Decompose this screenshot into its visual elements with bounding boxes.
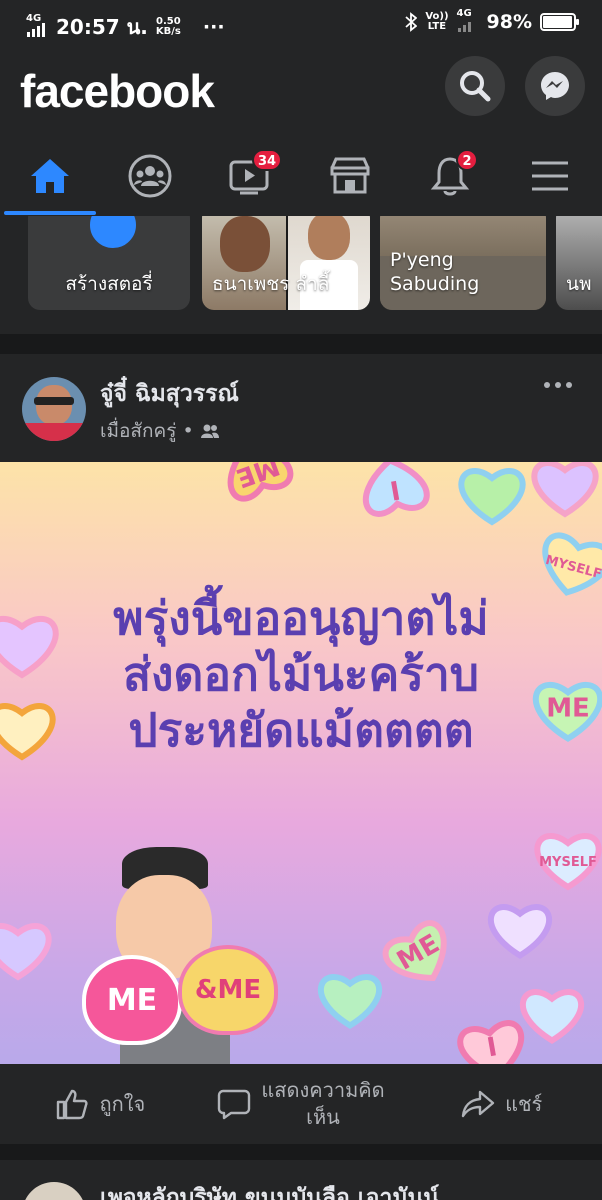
post-author[interactable]: เพจหลักบริษัท ขนมบันลือ เอามันน์: [100, 1180, 439, 1200]
share-label: แชร์: [505, 1092, 543, 1116]
feed-separator: [0, 334, 602, 354]
me-heart: ME: [82, 955, 182, 1045]
avatar-sunglasses: [34, 397, 74, 405]
share-icon: [461, 1090, 495, 1118]
image-text-line: พรุ่งนี้ขออนุญาตไม่: [113, 591, 489, 645]
candy-heart: [487, 904, 553, 960]
story-card[interactable]: นพ: [556, 216, 602, 310]
post-image[interactable]: ME I MYSELF ME MYSELF ME I พรุ่งนี้ขออนุญาตไม่…: [0, 462, 602, 1064]
comment-label-line: เห็น: [306, 1105, 340, 1129]
candy-heart: [0, 923, 52, 981]
person-face: [308, 216, 350, 260]
story-label: นพ: [566, 273, 592, 295]
comment-label: แสดงความคิด เห็น: [261, 1077, 384, 1131]
app-header: facebook: [0, 46, 602, 138]
messenger-button[interactable]: [525, 56, 585, 116]
add-story-icon: [86, 216, 140, 252]
tab-notifications[interactable]: 2: [400, 138, 500, 214]
story-card[interactable]: ธนาเพชร ลำลี้: [202, 216, 370, 310]
feed-separator: [0, 1144, 602, 1160]
speed-unit: KB/s: [155, 26, 181, 37]
candy-heart: [317, 974, 383, 1030]
tab-watch[interactable]: 34: [200, 138, 300, 214]
post-meta: เมื่อสักครู่ •: [100, 416, 220, 446]
like-label: ถูกใจ: [99, 1092, 146, 1116]
friends-privacy-icon: [200, 424, 219, 438]
image-text-line: ประหยัดแม้ตตตต: [128, 703, 474, 757]
post-time[interactable]: เมื่อสักครู่: [100, 416, 176, 446]
candy-heart: I: [457, 1020, 524, 1064]
comment-button[interactable]: แสดงความคิด เห็น: [201, 1064, 402, 1144]
tab-groups[interactable]: [100, 138, 200, 214]
meta-separator: •: [182, 420, 194, 442]
battery-percent: 98%: [486, 11, 532, 33]
clock: 20:57 น.: [56, 15, 148, 39]
watch-badge: 34: [252, 149, 283, 171]
signal-icon: 4G: [26, 13, 48, 37]
status-bar: 4G 20:57 น. 0.50 KB/s ··· Vo)) LTE 4G 98…: [0, 0, 602, 46]
comment-icon: [218, 1089, 251, 1120]
candy-heart: ME: [382, 920, 447, 982]
person-face: [220, 216, 270, 272]
avatar-shirt: [24, 423, 84, 441]
network-speed: 0.50 KB/s: [156, 17, 181, 37]
volte-indicator: Vo)) LTE: [425, 12, 448, 32]
candy-heart: [458, 468, 526, 526]
bluetooth-icon: [405, 12, 418, 32]
candy-heart: I: [363, 462, 430, 517]
menu-icon: [532, 161, 568, 191]
story-label: P'yeng Sabuding: [390, 249, 480, 295]
search-button[interactable]: [445, 56, 505, 116]
memoji-character: ME &ME: [70, 847, 280, 1064]
volte-bottom: LTE: [427, 21, 447, 32]
battery-icon: [540, 13, 579, 31]
tab-home[interactable]: [0, 138, 100, 215]
marketplace-icon: [330, 157, 370, 194]
signal2-icon: 4G: [457, 8, 479, 32]
story-card[interactable]: P'yeng Sabuding: [380, 216, 546, 310]
avatar[interactable]: [22, 1182, 86, 1200]
post-author[interactable]: จู๋จี๋ ฉิมสุวรรณ์: [100, 376, 239, 412]
post-image-text: พรุ่งนี้ขออนุญาตไม่ ส่งดอกไม้นะคร้าบ ประ…: [0, 590, 602, 758]
share-button[interactable]: แชร์: [401, 1064, 602, 1144]
heart-text: MYSELF: [539, 855, 597, 870]
feed-post: จู๋จี๋ ฉิมสุวรรณ์ เมื่อสักครู่ • ME I MYSE…: [0, 354, 602, 1144]
home-icon: [31, 159, 69, 193]
image-text-line: ส่งดอกไม้นะคร้าบ: [122, 647, 479, 701]
main-tabs: 34 2: [0, 138, 602, 217]
overflow-indicator: ···: [202, 16, 225, 38]
avatar-face: [36, 385, 72, 425]
story-label: สร้างสตอรี่: [65, 273, 153, 295]
candy-heart: [519, 989, 585, 1045]
avatar[interactable]: [22, 377, 86, 441]
and-me-heart: &ME: [178, 945, 278, 1035]
network-type2: 4G: [456, 8, 472, 19]
tab-menu[interactable]: [500, 138, 600, 214]
create-story-card[interactable]: สร้างสตอรี่: [28, 216, 190, 310]
messenger-icon: [541, 72, 569, 100]
tab-marketplace[interactable]: [300, 138, 400, 214]
stories-tray: สร้างสตอรี่ ธนาเพชร ลำลี้ P'yeng Sabudin…: [0, 216, 602, 334]
candy-heart: ME: [227, 462, 294, 502]
thumbs-up-icon: [57, 1089, 89, 1120]
search-icon: [460, 71, 491, 102]
battery-fill: [543, 16, 573, 28]
comment-label-line: แสดงความคิด: [261, 1078, 385, 1102]
story-label: ธนาเพชร ลำลี้: [212, 273, 330, 295]
next-post: เพจหลักบริษัท ขนมบันลือ เอามันน์: [0, 1160, 602, 1200]
like-button[interactable]: ถูกใจ: [0, 1064, 201, 1144]
facebook-logo[interactable]: facebook: [20, 64, 215, 118]
notifications-badge: 2: [456, 149, 478, 171]
candy-heart: [531, 462, 599, 518]
candy-heart: MYSELF: [534, 833, 602, 891]
groups-icon: [128, 154, 172, 198]
post-actions: ถูกใจ แสดงความคิด เห็น แชร์: [0, 1064, 602, 1144]
post-options-button[interactable]: [544, 382, 572, 388]
